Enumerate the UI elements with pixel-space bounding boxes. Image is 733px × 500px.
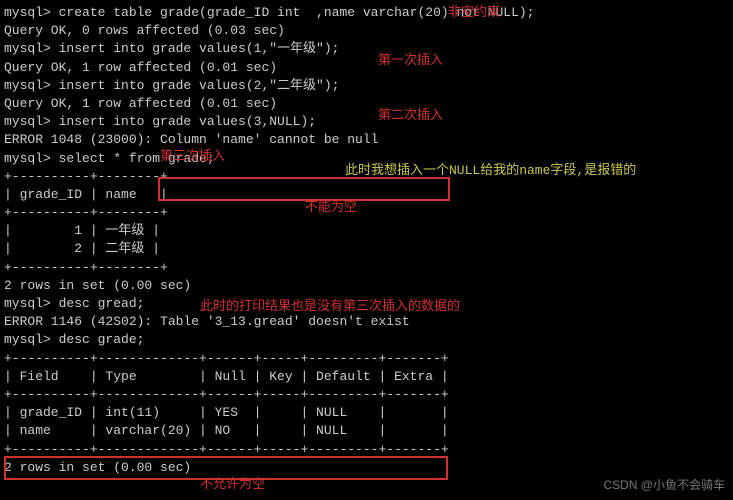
table-border: +----------+-------------+------+-----+-…	[4, 386, 729, 404]
highlight-box-name-row	[4, 456, 448, 480]
table-border: +----------+--------+	[4, 259, 729, 277]
terminal-line: Query OK, 1 row affected (0.01 sec)	[4, 95, 729, 113]
terminal-line: mysql> desc grade;	[4, 331, 729, 349]
terminal-line: mysql> insert into grade values(1,"一年级")…	[4, 40, 729, 58]
table-border: +----------+--------+	[4, 204, 729, 222]
watermark: CSDN @小鱼不会骑车	[603, 477, 725, 494]
terminal-line: Query OK, 0 rows affected (0.03 sec)	[4, 22, 729, 40]
highlight-box-error	[158, 177, 450, 201]
table-row: | grade_ID | int(11) | YES | | NULL | |	[4, 404, 729, 422]
terminal-line: ERROR 1048 (23000): Column 'name' cannot…	[4, 131, 729, 149]
terminal-line: mysql> insert into grade values(3,NULL);	[4, 113, 729, 131]
terminal-line: Query OK, 1 row affected (0.01 sec)	[4, 59, 729, 77]
table-border: +----------+-------------+------+-----+-…	[4, 350, 729, 368]
annotation-third-insert: 第三次插入	[160, 148, 225, 166]
table-row: | 1 | 一年级 |	[4, 222, 729, 240]
terminal-line: mysql> create table grade(grade_ID int ,…	[4, 4, 729, 22]
annotation-non-null-constraint: 非空约束	[448, 4, 500, 22]
table-header: | Field | Type | Null | Key | Default | …	[4, 368, 729, 386]
terminal-line: mysql> insert into grade values(2,"二年级")…	[4, 77, 729, 95]
annotation-cannot-null: 不能为空	[305, 199, 357, 217]
annotation-print-result: 此时的打印结果也是没有第三次插入的数据的	[200, 298, 460, 316]
annotation-first-insert: 第一次插入	[378, 52, 443, 70]
table-row: | name | varchar(20) | NO | | NULL | |	[4, 422, 729, 440]
annotation-second-insert: 第二次插入	[378, 107, 443, 125]
table-row: | 2 | 二年级 |	[4, 240, 729, 258]
terminal-line: 2 rows in set (0.00 sec)	[4, 277, 729, 295]
